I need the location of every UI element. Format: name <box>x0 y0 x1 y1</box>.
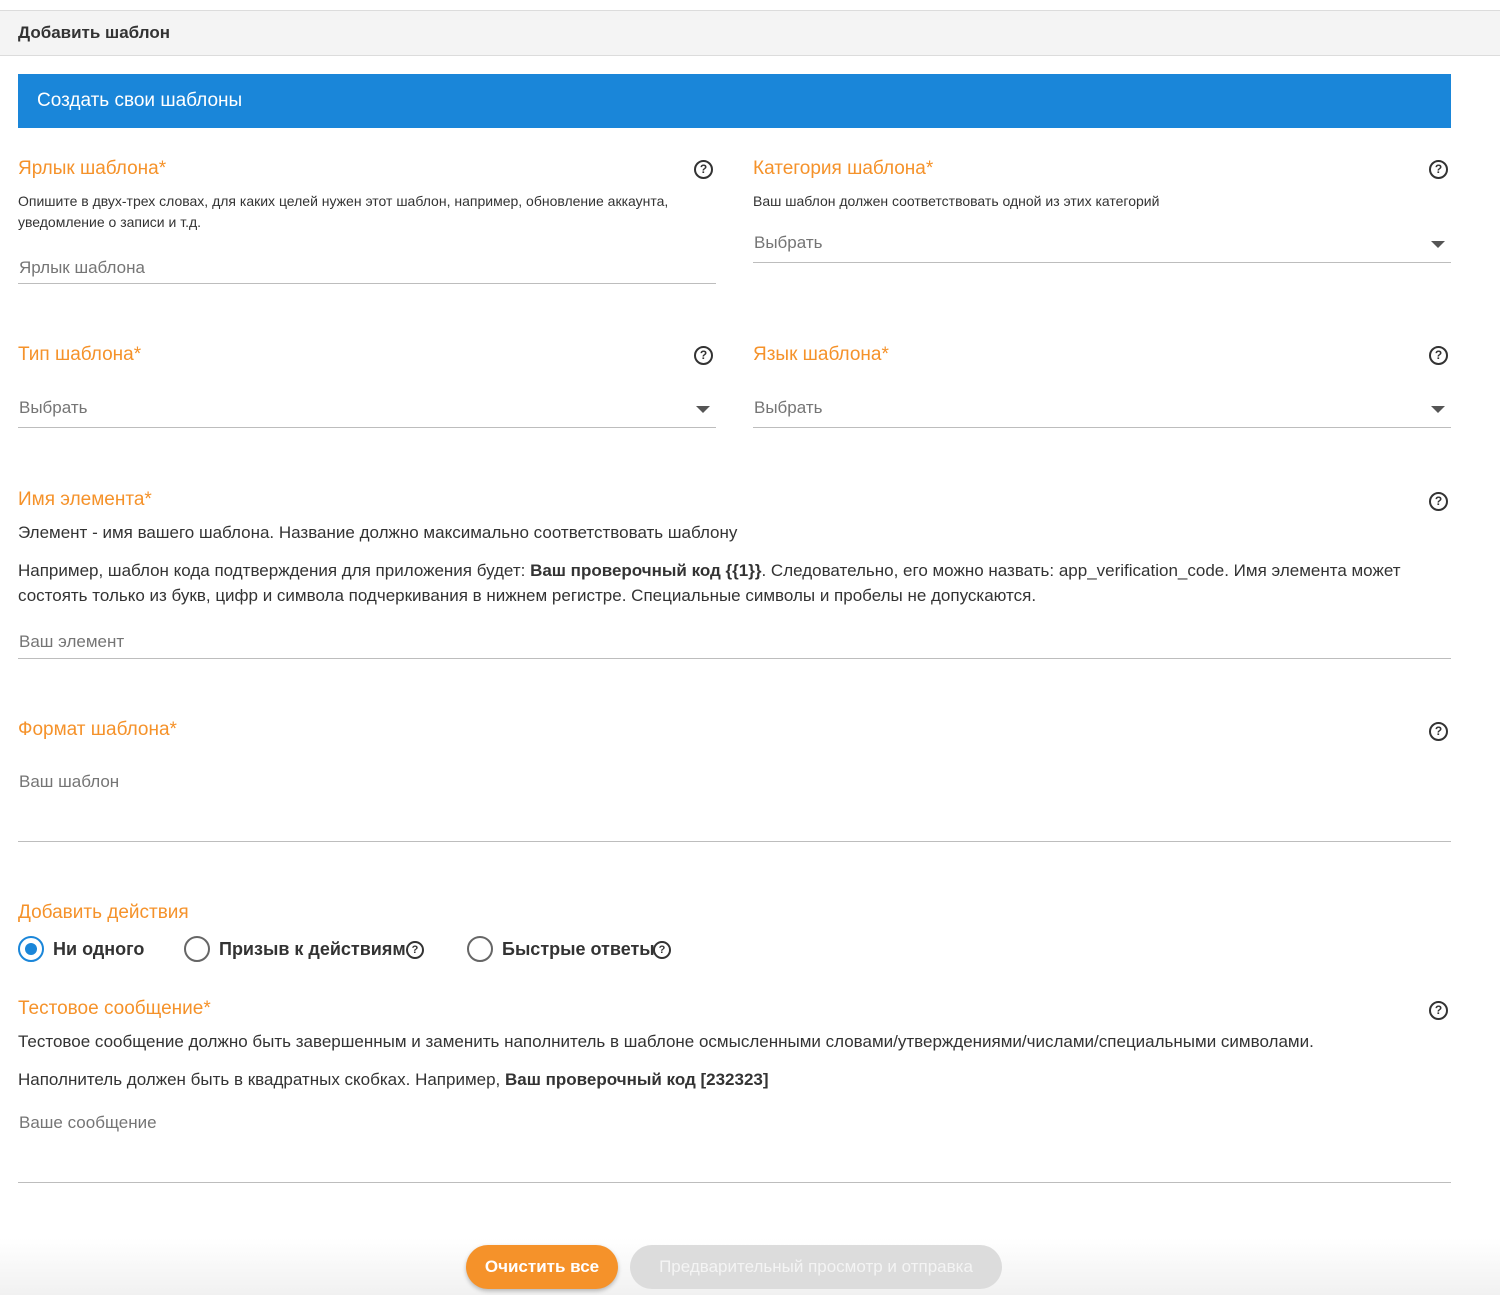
radio-call-to-action-label: Призыв к действиям <box>219 939 406 959</box>
radio-unchecked-icon <box>467 936 493 962</box>
template-language-selected: Выбрать <box>754 398 823 417</box>
preview-and-submit-button[interactable]: Предварительный просмотр и отправка <box>630 1245 1002 1289</box>
create-templates-banner: Создать свои шаблоны <box>18 74 1451 128</box>
template-format-help-icon[interactable]: ? <box>1429 722 1448 741</box>
template-format-textarea[interactable] <box>18 772 1451 842</box>
template-label-description: Опишите в двух-трех словах, для каких це… <box>18 193 669 230</box>
template-language-help-icon[interactable]: ? <box>1429 346 1448 365</box>
template-label-label: Ярлык шаблона* <box>18 158 167 179</box>
test-message-textarea[interactable] <box>18 1113 1451 1183</box>
template-type-select[interactable]: Выбрать <box>18 392 716 428</box>
test-message-label: Тестовое сообщение* <box>18 998 211 1019</box>
template-language-label: Язык шаблона* <box>753 344 889 365</box>
page-header: Добавить шаблон <box>0 10 1500 56</box>
template-category-label: Категория шаблона* <box>753 158 934 179</box>
test-message-description: Тестовое сообщение должно быть завершенн… <box>18 1032 1314 1051</box>
banner-title: Создать свои шаблоны <box>37 90 243 111</box>
radio-quick-replies-label: Быстрые ответы <box>502 939 655 959</box>
template-format-label: Формат шаблона* <box>18 719 177 740</box>
template-category-help-icon[interactable]: ? <box>1429 160 1448 179</box>
footer-bar: Очистить все Предварительный просмотр и … <box>0 1238 1500 1295</box>
radio-call-to-action[interactable]: Призыв к действиям ? <box>184 934 444 966</box>
element-name-help-icon[interactable]: ? <box>1429 492 1448 511</box>
clear-all-button[interactable]: Очистить все <box>466 1245 618 1289</box>
test-message-example-bold: Ваш проверочный код [232323] <box>505 1070 769 1089</box>
test-message-example-prefix: Наполнитель должен быть в квадратных ско… <box>18 1070 506 1089</box>
test-message-help-icon[interactable]: ? <box>1429 1001 1448 1020</box>
element-name-input[interactable] <box>18 626 1451 659</box>
element-name-example: Например, шаблон кода подтверждения для … <box>18 558 1448 608</box>
test-message-example: Наполнитель должен быть в квадратных ско… <box>18 1067 1448 1092</box>
element-name-example-bold: Ваш проверочный код {{1}} <box>530 561 762 580</box>
element-name-description: Элемент - имя вашего шаблона. Название д… <box>18 523 738 542</box>
call-to-action-help-icon[interactable]: ? <box>406 941 424 959</box>
template-label-input[interactable] <box>18 252 716 284</box>
quick-replies-help-icon[interactable]: ? <box>653 941 671 959</box>
chevron-down-icon <box>1431 406 1445 413</box>
page-title: Добавить шаблон <box>18 23 170 42</box>
radio-quick-replies[interactable]: Быстрые ответы ? <box>467 934 707 966</box>
radio-checked-icon <box>18 936 44 962</box>
add-actions-label: Добавить действия <box>18 902 189 923</box>
radio-none[interactable]: Ни одного <box>18 934 148 966</box>
element-name-example-prefix: Например, шаблон кода подтверждения для … <box>18 561 531 580</box>
template-label-help-icon[interactable]: ? <box>694 160 713 179</box>
template-type-selected: Выбрать <box>19 398 88 417</box>
template-type-label: Тип шаблона* <box>18 344 142 365</box>
chevron-down-icon <box>1431 241 1445 248</box>
template-category-select[interactable]: Выбрать <box>753 227 1451 263</box>
template-type-help-icon[interactable]: ? <box>694 346 713 365</box>
template-language-select[interactable]: Выбрать <box>753 392 1451 428</box>
element-name-label: Имя элемента* <box>18 489 152 510</box>
radio-none-label: Ни одного <box>53 939 145 959</box>
chevron-down-icon <box>696 406 710 413</box>
radio-unchecked-icon <box>184 936 210 962</box>
template-category-selected: Выбрать <box>754 233 823 252</box>
template-category-description: Ваш шаблон должен соответствовать одной … <box>753 193 1160 209</box>
